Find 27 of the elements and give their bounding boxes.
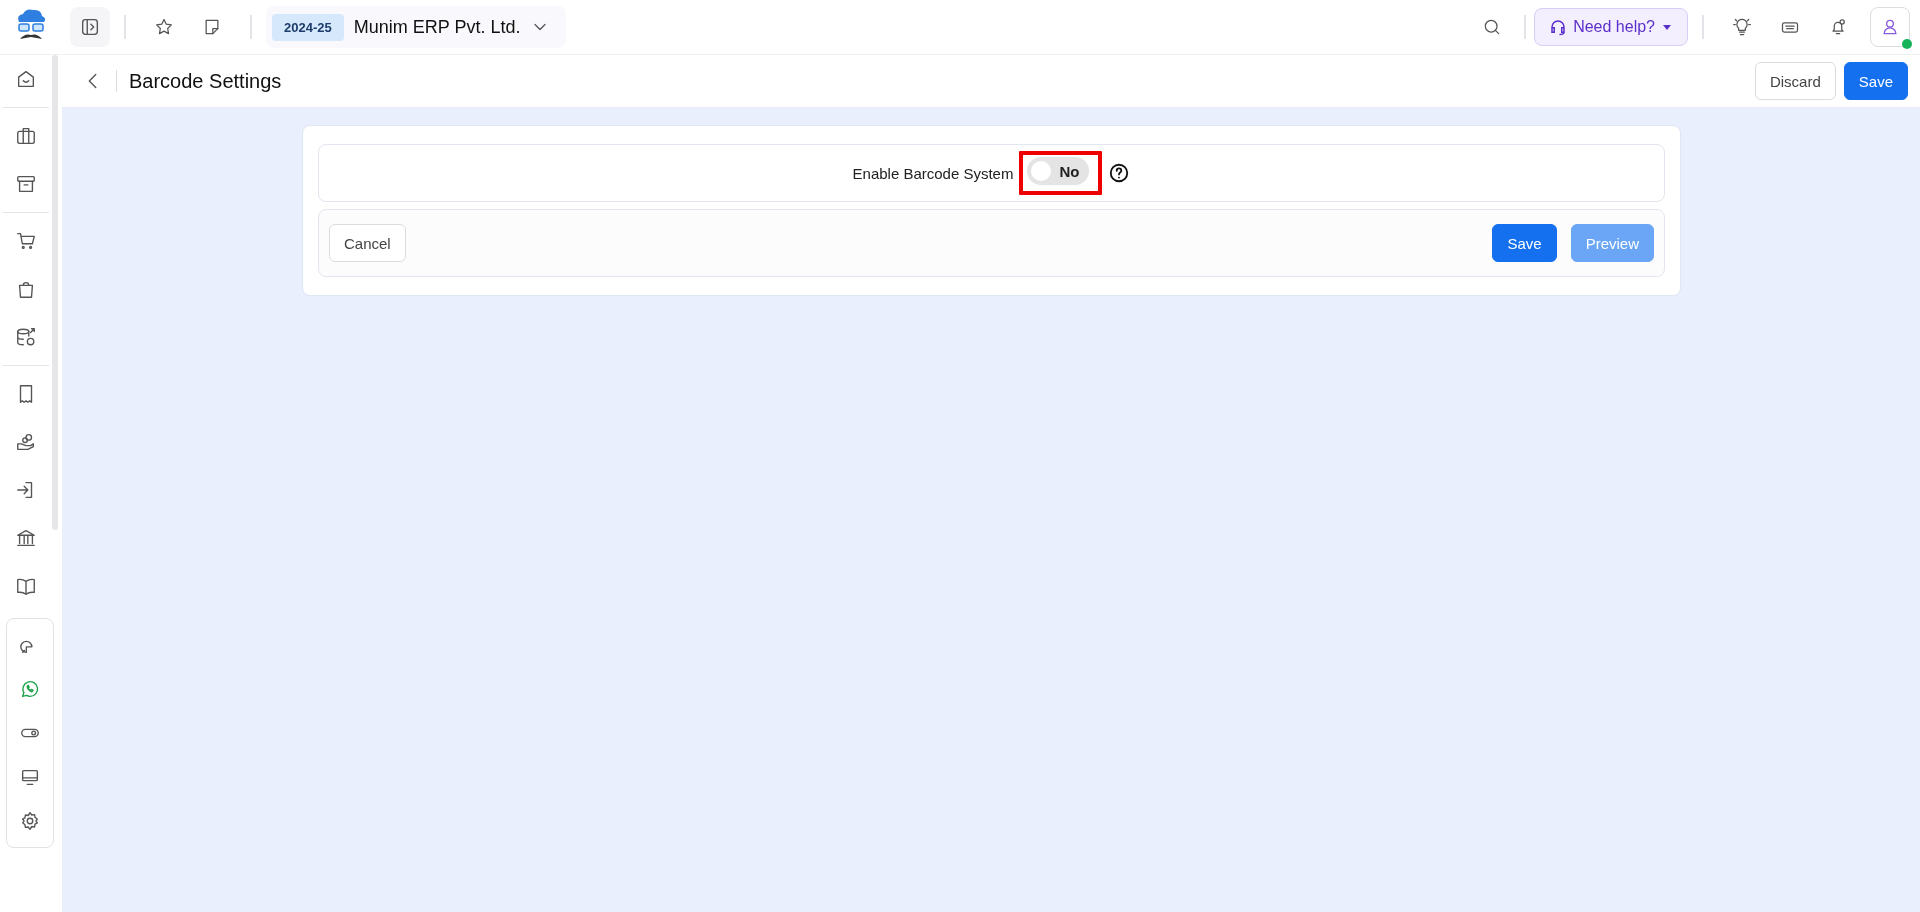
page-title: Barcode Settings	[129, 69, 283, 93]
cart-icon[interactable]	[15, 230, 37, 252]
settings-icon[interactable]	[19, 810, 41, 832]
lightbulb-icon[interactable]	[1732, 17, 1752, 37]
action-button[interactable]: Save	[1492, 224, 1557, 262]
sidebar-toggle-button[interactable]	[70, 7, 110, 47]
financial-year-badge: 2024-25	[272, 13, 344, 41]
headset-icon	[1549, 18, 1568, 36]
company-selector[interactable]: 2024-25 Munim ERP Pvt. Ltd.	[266, 6, 567, 48]
archive-box-icon[interactable]	[15, 173, 37, 195]
database-export-icon[interactable]	[15, 326, 37, 348]
company-name: Munim ERP Pvt. Ltd.	[353, 16, 521, 38]
need-help-button[interactable]: Need help?	[1534, 8, 1688, 46]
star-icon[interactable]	[154, 17, 174, 37]
panel-icon	[79, 16, 101, 38]
save-button[interactable]: Save	[1843, 62, 1908, 100]
setting-label: Enable Barcode System	[852, 164, 1014, 182]
bank-icon[interactable]	[15, 527, 37, 549]
hand-coins-icon[interactable]	[15, 431, 37, 453]
home-icon[interactable]	[15, 68, 37, 90]
user-avatar[interactable]	[1870, 7, 1910, 47]
discard-button[interactable]: Discard	[1754, 62, 1836, 100]
help-circle-icon[interactable]	[1108, 162, 1131, 184]
toggle-switch[interactable]: No	[1027, 157, 1090, 185]
briefcase-icon[interactable]	[15, 125, 37, 147]
cancel-button[interactable]: Cancel	[329, 224, 406, 262]
whatsapp-icon[interactable]	[19, 678, 41, 700]
